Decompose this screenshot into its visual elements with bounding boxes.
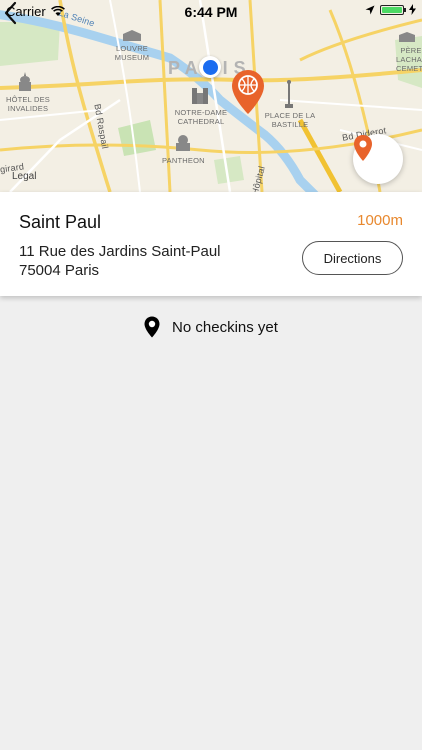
place-name: Saint Paul xyxy=(19,212,102,232)
location-pin-icon xyxy=(354,135,372,161)
landmark-louvre-icon xyxy=(123,30,141,41)
landmark-pantheon-icon xyxy=(176,135,190,151)
place-distance: 1000m xyxy=(357,212,403,229)
directions-button[interactable]: Directions xyxy=(302,241,403,275)
map-label-pantheon: PANTHEON xyxy=(162,156,205,165)
map-marker-icon xyxy=(144,316,160,338)
locate-button[interactable] xyxy=(353,134,403,184)
checkins-empty-state: No checkins yet xyxy=(0,316,422,338)
status-time: 6:44 PM xyxy=(184,4,238,20)
landmark-bastille-icon xyxy=(285,80,293,108)
landmark-invalides-icon xyxy=(19,72,31,91)
user-location-dot xyxy=(199,56,221,78)
battery-icon xyxy=(380,4,406,15)
status-right xyxy=(365,4,416,15)
map-view[interactable]: La Seine PARIS LOUVRE MUSEUM PÈRE LACHAI… xyxy=(0,0,422,192)
map-label-louvre: LOUVRE MUSEUM xyxy=(114,44,150,62)
place-card: Saint Paul 1000m 11 Rue des Jardins Sain… xyxy=(0,192,422,296)
charging-bolt-icon xyxy=(409,4,416,15)
map-label-invalides: HÔTEL DES INVALIDES xyxy=(5,95,51,113)
address-line-1: 11 Rue des Jardins Saint-Paul xyxy=(19,243,221,260)
location-arrow-icon xyxy=(365,5,375,14)
empty-text: No checkins yet xyxy=(172,318,278,336)
place-pin-icon[interactable] xyxy=(232,70,264,114)
map-label-notre-dame: NOTRE-DAME CATHEDRAL xyxy=(174,108,228,126)
status-bar: Carrier 6:44 PM xyxy=(0,0,422,22)
address-line-2: 75004 Paris xyxy=(19,262,100,279)
landmark-notre-dame-icon xyxy=(192,88,208,104)
map-legal-link[interactable]: Legal xyxy=(12,171,36,182)
map-label-bastille: PLACE DE LA BASTILLE xyxy=(264,111,316,129)
landmark-pere-lachaise-icon xyxy=(399,32,415,42)
place-address: 11 Rue des Jardins Saint-Paul 75004 Pari… xyxy=(19,242,221,280)
map-label-pere-lachaise: PÈRE LACHAIS CEMETER xyxy=(396,46,422,73)
